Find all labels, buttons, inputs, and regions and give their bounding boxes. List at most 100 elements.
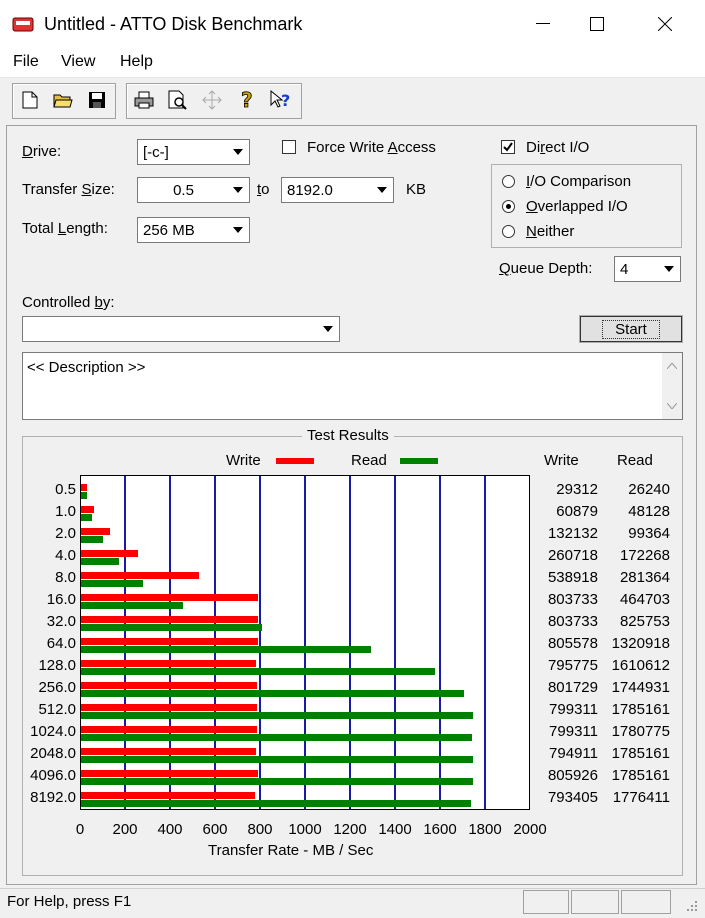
write-bar [81,726,257,733]
write-value: 29312 [556,481,598,498]
description-scrollbar[interactable] [662,353,682,419]
x-tick-label: 2000 [513,821,547,838]
close-button[interactable] [642,0,688,48]
controlled-by-label: Controlled by: [22,294,115,311]
write-bar [81,770,259,777]
controlled-by-select[interactable] [22,316,340,342]
read-bar [81,690,465,697]
transfer-to-select[interactable]: 8192.0 [281,177,394,203]
read-value: 48128 [628,503,670,520]
minimize-button[interactable] [520,0,566,48]
write-value: 794911 [549,745,598,762]
legend-read-swatch [400,458,438,464]
write-value: 803733 [547,613,598,630]
table-header-read: Read [617,452,653,469]
drive-select[interactable]: [-c-] [137,139,250,165]
resize-grip[interactable] [683,897,699,917]
read-bar [81,800,472,807]
x-axis-label: Transfer Rate - MB / Sec [208,842,374,859]
status-pane-1 [523,890,569,914]
y-tick-label: 8.0 [55,569,76,586]
write-value: 805926 [547,767,598,784]
context-help-icon[interactable]: ? [268,86,294,114]
menu-help[interactable]: Help [120,53,153,71]
total-length-value: 256 MB [143,222,195,239]
force-write-checkbox[interactable] [282,140,296,154]
write-value: 793405 [547,789,598,806]
write-bar [81,638,258,645]
chevron-down-icon [660,259,678,279]
overlapped-io-radio[interactable] [502,200,515,213]
read-value: 464703 [619,591,670,608]
open-folder-icon[interactable] [50,86,76,114]
neither-radio[interactable] [502,225,515,238]
transfer-from-value: 0.5 [173,182,194,199]
neither-label: Neither [526,223,575,240]
write-bar [81,704,257,711]
total-length-select[interactable]: 256 MB [137,217,250,243]
read-value: 26240 [628,481,670,498]
io-comparison-radio[interactable] [502,175,515,188]
description-field[interactable]: << Description >> [22,352,683,420]
status-text: For Help, press F1 [7,893,132,910]
write-value: 60879 [556,503,598,520]
read-value: 1785161 [611,767,670,784]
description-text: << Description >> [27,359,146,376]
write-bar [81,572,200,579]
read-bar [81,580,143,587]
chart-title: Test Results [302,427,394,444]
write-bar [81,484,88,491]
table-header-write: Write [544,452,579,469]
read-value: 1785161 [611,745,670,762]
write-bar [81,550,139,557]
print-icon[interactable] [131,86,157,114]
write-value: 795775 [547,657,598,674]
new-doc-icon[interactable] [17,86,43,114]
y-tick-label: 32.0 [46,613,76,630]
read-bar [81,624,263,631]
write-bar [81,528,111,535]
y-tick-label: 4096.0 [30,767,76,784]
chevron-down-icon [229,220,247,240]
direct-io-label: Direct I/O [526,139,590,156]
read-value: 1780775 [611,723,670,740]
write-bar [81,616,258,623]
maximize-button[interactable] [574,0,620,48]
app-icon[interactable] [12,15,34,33]
scroll-down-icon [667,403,677,409]
drive-value: [-c-] [143,144,169,161]
read-value: 825753 [619,613,670,630]
read-value: 1744931 [611,679,670,696]
queue-depth-value: 4 [620,261,629,278]
queue-depth-select[interactable]: 4 [614,256,681,282]
io-comparison-label: I/O Comparison [526,173,632,190]
y-tick-label: 2.0 [55,525,76,542]
menu-view[interactable]: View [61,53,95,71]
print-preview-icon[interactable] [165,86,191,114]
status-pane-2 [571,890,619,914]
read-bar [81,514,92,521]
y-tick-label: 128.0 [38,657,76,674]
write-value: 799311 [549,723,598,740]
read-value: 99364 [628,525,670,542]
y-tick-label: 16.0 [46,591,76,608]
read-bar [81,734,473,741]
read-value: 172268 [619,547,670,564]
legend-read-label: Read [351,452,387,469]
menu-file[interactable]: File [13,53,39,71]
transfer-from-select[interactable]: 0.5 [137,177,250,203]
y-tick-label: 512.0 [38,701,76,718]
start-button[interactable]: Start [579,315,683,343]
kb-label: KB [406,181,427,198]
y-tick-label: 8192.0 [30,789,76,806]
help-icon[interactable]: ? [234,86,260,114]
chevron-down-icon [319,319,337,339]
queue-depth-label: Queue Depth: [499,260,593,277]
read-bar [81,778,474,785]
menu-bar [0,48,705,76]
read-bar [81,756,474,763]
drive-label: Drive: [22,143,62,160]
save-icon[interactable] [84,86,110,114]
write-value: 260718 [547,547,598,564]
direct-io-checkbox[interactable] [501,140,515,154]
